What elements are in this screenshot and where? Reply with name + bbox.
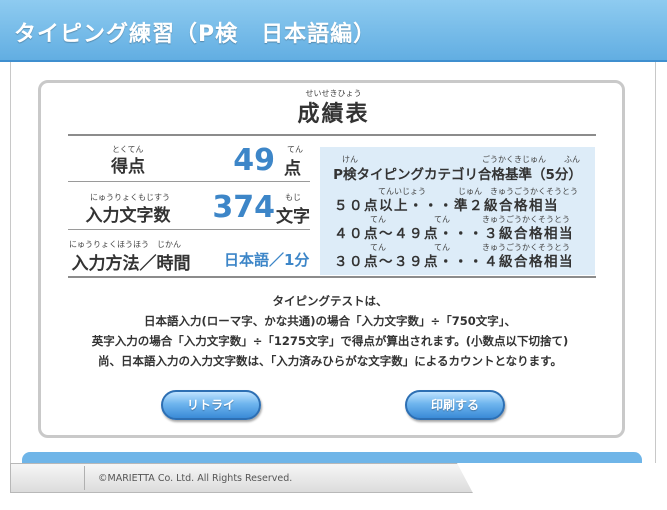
score-unit: 点 (284, 159, 301, 179)
chars-unit: 文字 (276, 207, 310, 227)
category-line: ４０点～４９点・・・３級合格相当 (334, 226, 574, 242)
method-value: 日本語／1分 (224, 251, 310, 269)
category-title: P検タイピングカテゴリ合格基準（5分） (333, 167, 582, 183)
row-divider (68, 229, 310, 230)
score-label: 得点 (111, 157, 145, 177)
footer-notch (457, 463, 656, 493)
retry-button[interactable]: リトライ (161, 390, 261, 420)
app-header: タイピング練習（P検 日本語編） (0, 0, 667, 62)
note-line: 尚、日本語入力の入力文字数は、「入力済みひらがな文字数」によるカウントとなります… (98, 354, 562, 368)
app-title: タイピング練習（P検 日本語編） (14, 22, 377, 47)
page-title: 成績表 (297, 102, 370, 127)
table-divider (68, 276, 596, 278)
category-box: けん ごうかくきじゅん ふん P検タイピングカテゴリ合格基準（5分） てんいじょ… (320, 147, 595, 275)
note-line: 英字入力の場合「入力文字数」÷「1275文字」で得点が算出されます。(小数点以下… (91, 334, 569, 348)
chars-value: 374 (212, 190, 275, 225)
title-divider (68, 134, 596, 136)
copyright-text: ©MARIETTA Co. Ltd. All Rights Reserved. (98, 473, 293, 484)
note-line: タイピングテストは、 (272, 294, 388, 308)
category-line: ５０点以上・・・準２級合格相当 (334, 198, 559, 214)
category-line: ３０点～３９点・・・４級合格相当 (334, 254, 574, 270)
note-line: 日本語入力(ローマ字、かな共通)の場合「入力文字数」÷「750文字」、 (144, 314, 516, 328)
method-label: 入力方法／時間 (71, 254, 191, 274)
chars-label: 入力文字数 (85, 206, 171, 226)
print-button[interactable]: 印刷する (405, 390, 505, 420)
row-divider (68, 181, 310, 182)
footer-divider (84, 466, 85, 490)
score-value: 49 (233, 143, 275, 178)
